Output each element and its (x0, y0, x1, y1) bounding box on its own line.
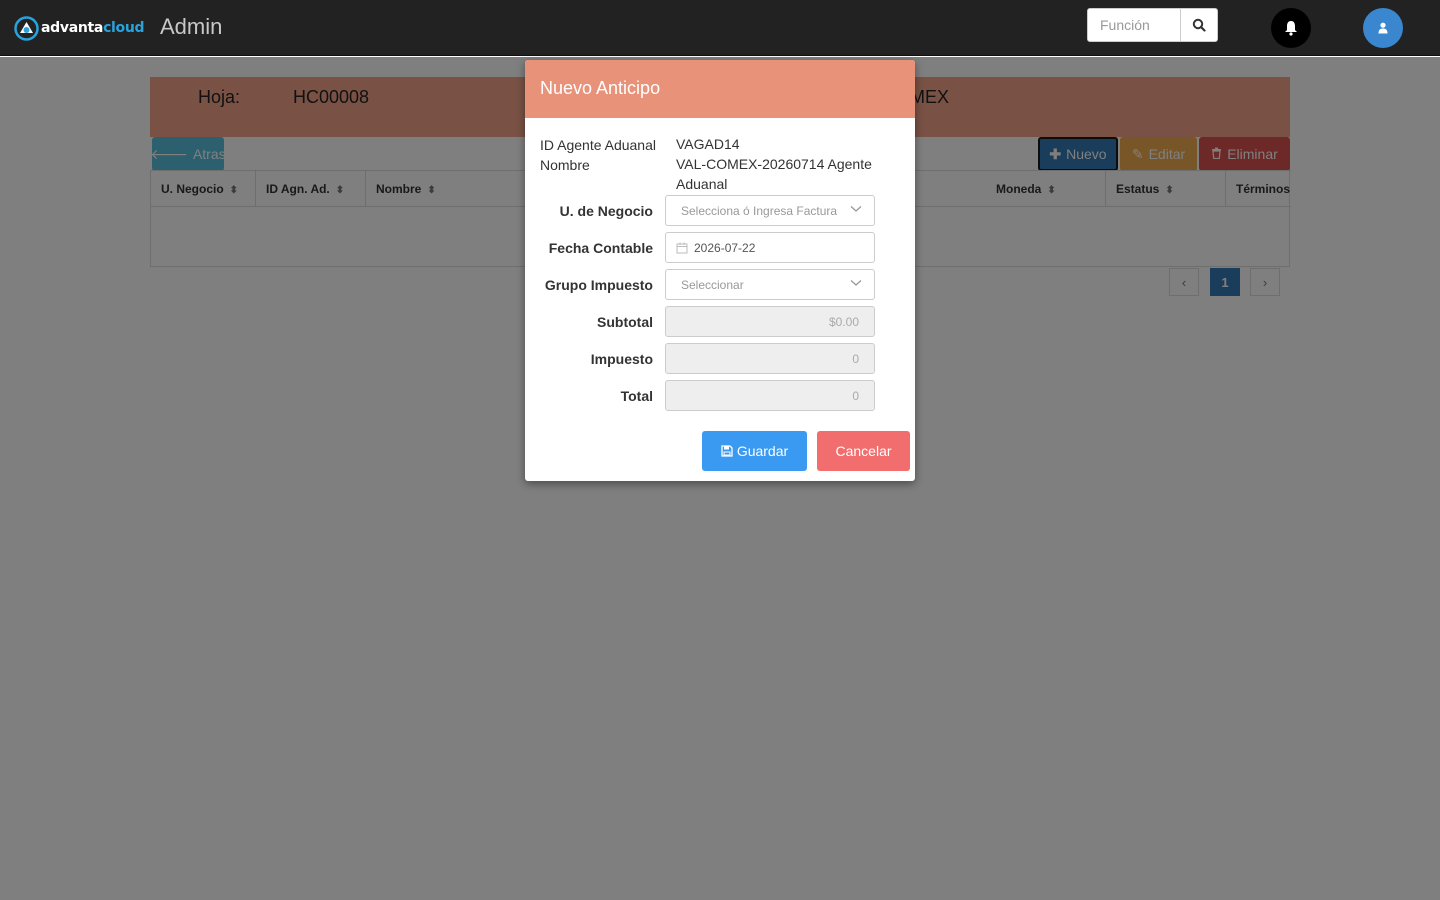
user-icon (1378, 22, 1388, 34)
agent-id-value: VAGAD14 (676, 136, 740, 152)
calendar-icon (676, 242, 688, 253)
search-icon (1192, 18, 1206, 32)
total-label: Total (620, 388, 653, 404)
business-unit-select[interactable]: Selecciona ó Ingresa Factura (665, 195, 875, 226)
notifications-button[interactable] (1271, 8, 1311, 48)
advantacloud-logo[interactable]: advantacloud (14, 15, 145, 41)
modal-header: Nuevo Anticipo (525, 60, 915, 118)
total-field[interactable]: 0 (665, 380, 875, 411)
subtotal-field[interactable]: $0.00 (665, 306, 875, 337)
business-unit-placeholder: Selecciona ó Ingresa Factura (681, 203, 838, 218)
save-button[interactable]: Guardar (702, 431, 807, 471)
logo-icon (14, 15, 39, 41)
accounting-date-value: 2026-07-22 (694, 240, 756, 255)
agent-id-label: ID Agente Aduanal (540, 137, 656, 153)
business-unit-label: U. de Negocio (559, 203, 653, 219)
nuevo-anticipo-modal: Nuevo Anticipo ID Agente Aduanal VAGAD14… (525, 60, 915, 481)
logo-text: advantacloud (41, 20, 145, 36)
chevron-down-icon (850, 280, 862, 286)
function-search (1087, 8, 1218, 42)
user-menu-button[interactable] (1363, 8, 1403, 48)
search-button[interactable] (1180, 9, 1217, 41)
function-search-input[interactable] (1088, 9, 1180, 41)
tax-field[interactable]: 0 (665, 343, 875, 374)
cancel-button[interactable]: Cancelar (817, 431, 910, 471)
app-title: Admin (160, 14, 223, 39)
subtotal-label: Subtotal (597, 314, 653, 330)
accounting-date-picker[interactable]: 2026-07-22 (665, 232, 875, 263)
floppy-disk-icon (721, 445, 733, 457)
agent-name-label: Nombre (540, 157, 590, 173)
modal-title: Nuevo Anticipo (540, 78, 661, 98)
chevron-down-icon (850, 206, 862, 212)
bell-icon (1285, 21, 1297, 36)
top-navbar: advantacloud Admin (0, 0, 1440, 56)
save-button-label: Guardar (736, 443, 789, 459)
tax-label: Impuesto (590, 351, 653, 367)
cancel-button-label: Cancelar (835, 443, 892, 459)
agent-name-value: VAL-COMEX-20260714 Agente Aduanal (676, 156, 872, 192)
accounting-date-label: Fecha Contable (548, 240, 653, 256)
tax-group-select[interactable]: Seleccionar (665, 269, 875, 300)
tax-group-label: Grupo Impuesto (544, 277, 653, 293)
tax-group-placeholder: Seleccionar (681, 277, 744, 292)
